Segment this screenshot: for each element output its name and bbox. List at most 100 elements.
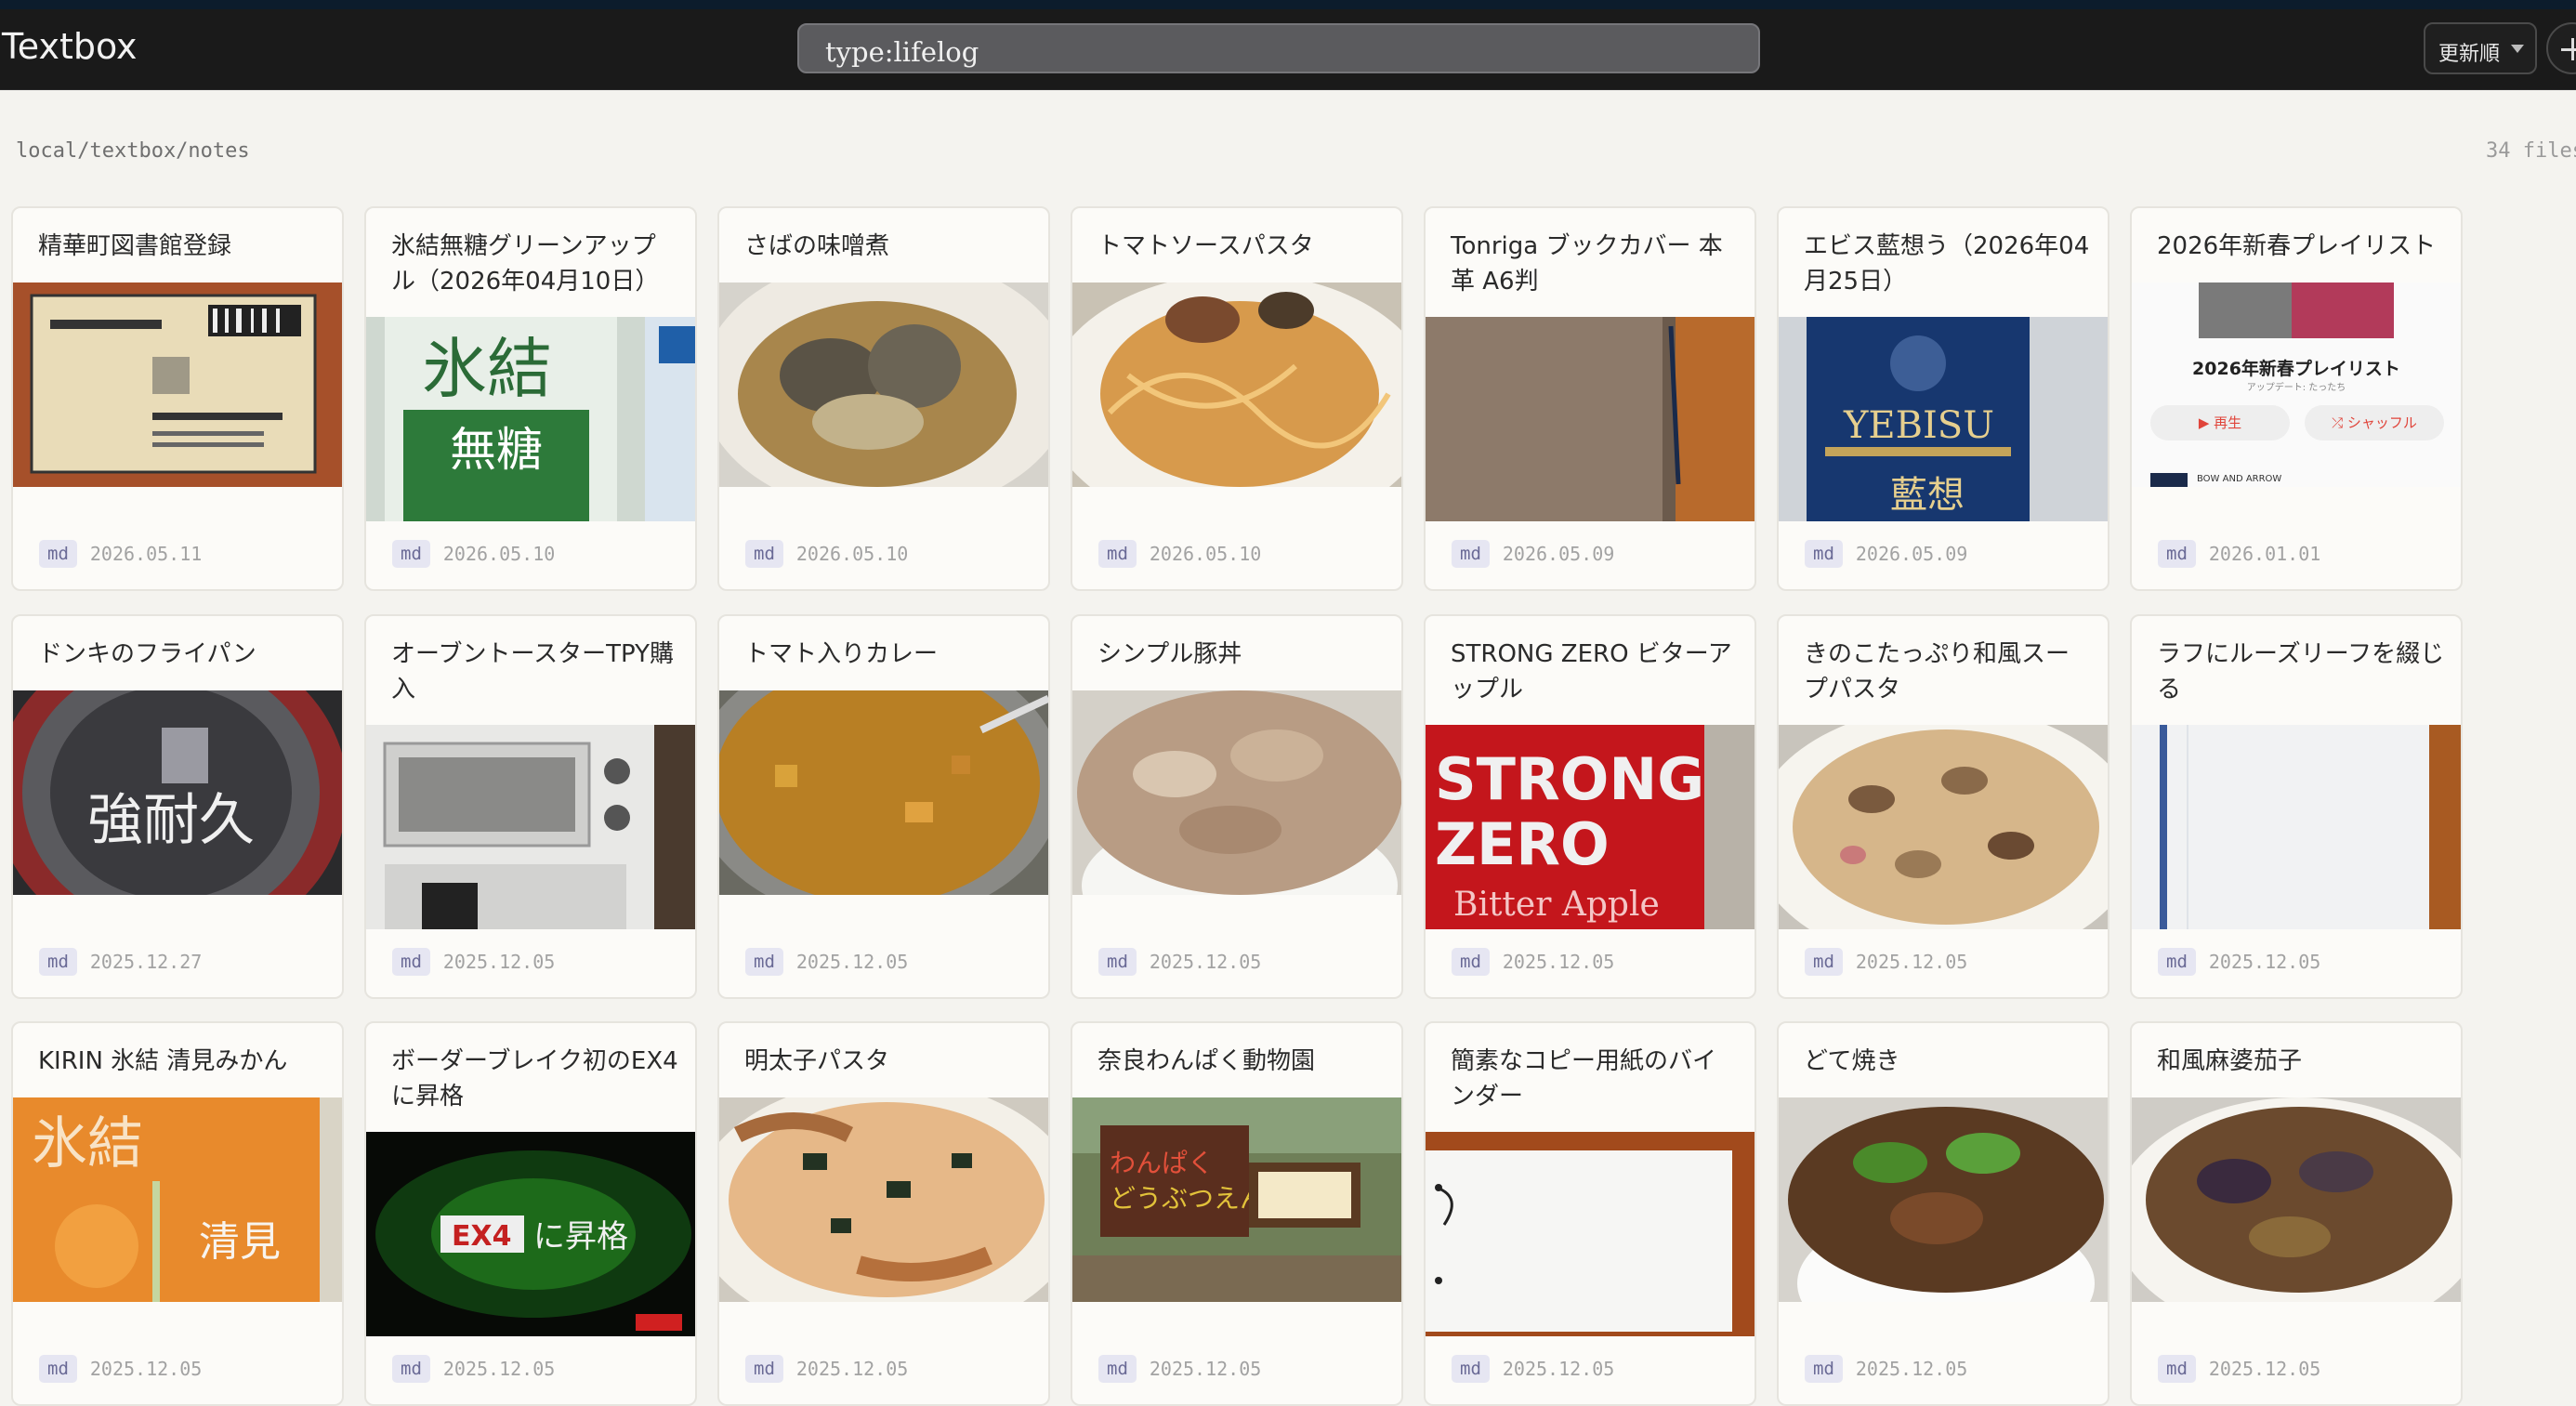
play-button[interactable]: ▶ 再生 <box>2150 405 2290 440</box>
note-thumbnail <box>719 1097 1048 1302</box>
svg-text:EX4: EX4 <box>452 1220 512 1253</box>
note-thumbnail <box>1072 690 1401 895</box>
note-card[interactable]: STRONG ZERO ビターアップル STRONG ZERO Bitter Appl… <box>1424 614 1756 999</box>
note-card[interactable]: オーブントースターTPY購入 md 2025.12.05 <box>364 614 697 999</box>
note-thumbnail <box>1426 1132 1755 1336</box>
note-card[interactable]: 2026年新春プレイリスト 2026年新春プレイリスト アップデート: たったち ▶ … <box>2130 206 2463 591</box>
note-date: 2025.12.05 <box>1855 951 1968 973</box>
file-type-badge: md <box>1805 948 1843 976</box>
note-date: 2025.12.05 <box>1149 1358 1262 1380</box>
note-title: トマト入りカレー <box>744 640 939 668</box>
note-meta: md 2026.05.11 <box>39 540 202 570</box>
note-thumbnail <box>2132 1097 2461 1302</box>
note-title: ラフにルーズリーフを綴じる <box>2157 640 2445 703</box>
note-meta: md 2025.12.05 <box>2158 948 2320 978</box>
note-title: どて焼き <box>1804 1047 1900 1075</box>
note-card[interactable]: ボーダーブレイク初のEX4に昇格 EX4 に昇格 md 2025.12.05 <box>364 1021 697 1406</box>
note-card[interactable]: きのこたっぷり和風スープパスタ md 2025.12.05 <box>1777 614 2109 999</box>
note-meta: md 2025.12.05 <box>1452 948 1614 978</box>
add-note-button[interactable] <box>2546 22 2576 74</box>
note-title: 2026年新春プレイリスト <box>2157 232 2437 260</box>
file-type-badge: md <box>1452 948 1490 976</box>
file-type-badge: md <box>392 540 430 568</box>
note-thumbnail: わんぱく どうぶつえん <box>1072 1097 1401 1302</box>
file-type-badge: md <box>745 540 783 568</box>
note-meta: md 2025.12.05 <box>392 948 555 978</box>
note-title: きのこたっぷり和風スープパスタ <box>1804 640 2070 703</box>
app-header: Textbox type:lifelog 更新順 <box>0 9 2576 90</box>
note-card[interactable]: 奈良わんぱく動物園 わんぱく どうぶつえん md 2025.12.05 <box>1071 1021 1403 1406</box>
svg-text:STRONG: STRONG <box>1435 745 1704 813</box>
file-type-badge: md <box>392 1355 430 1383</box>
note-title: ボーダーブレイク初のEX4に昇格 <box>391 1047 678 1110</box>
note-card[interactable]: 明太子パスタ md 2025.12.05 <box>717 1021 1050 1406</box>
note-thumbnail: EX4 に昇格 <box>366 1132 695 1336</box>
app-title: Textbox <box>2 26 138 67</box>
note-card[interactable]: どて焼き md 2025.12.05 <box>1777 1021 2109 1406</box>
note-thumbnail <box>1426 317 1755 521</box>
note-card[interactable]: さばの味噌煮 md 2026.05.10 <box>717 206 1050 591</box>
note-card[interactable]: ドンキのフライパン強耐久 md 2025.12.27 <box>11 614 344 999</box>
note-thumbnail: 氷結 清見 <box>13 1097 342 1302</box>
note-card[interactable]: エビス藍想う（2026年04月25日） YEBISU 藍想 md 2026.05.09 <box>1777 206 2109 591</box>
note-title: STRONG ZERO ビターアップル <box>1451 640 1732 703</box>
svg-text:わんぱく: わんぱく <box>1110 1148 1214 1178</box>
note-meta: md 2025.12.27 <box>39 948 202 978</box>
sort-label: 更新順 <box>2438 43 2501 66</box>
window-top-strip <box>0 0 2576 9</box>
file-type-badge: md <box>2158 540 2196 568</box>
note-date: 2026.05.10 <box>795 543 909 565</box>
note-card[interactable]: Tonriga ブックカバー 本革 A6判 md 2026.05.09 <box>1424 206 1756 591</box>
note-card[interactable]: 簡素なコピー用紙のバインダー md 2025.12.05 <box>1424 1021 1756 1406</box>
note-thumbnail <box>719 690 1048 895</box>
note-thumbnail: 2026年新春プレイリスト アップデート: たったち ▶ 再生 ⤮ シャッフル BOW … <box>2132 283 2461 487</box>
file-type-badge: md <box>1452 540 1490 568</box>
note-card[interactable]: 氷結無糖グリーンアップル（2026年04月10日） 氷結 無糖 md 2026.05.1… <box>364 206 697 591</box>
sort-dropdown[interactable]: 更新順 <box>2424 22 2537 74</box>
file-type-badge: md <box>745 1355 783 1383</box>
note-thumbnail: 強耐久 <box>13 690 342 895</box>
note-thumbnail: 氷結 無糖 <box>366 317 695 521</box>
note-thumbnail <box>366 725 695 929</box>
svg-text:清見: 清見 <box>199 1218 281 1266</box>
note-date: 2025.12.05 <box>1502 1358 1615 1380</box>
note-thumbnail <box>1779 1097 2108 1302</box>
note-meta: md 2025.12.05 <box>1452 1355 1614 1385</box>
note-date: 2026.05.10 <box>1149 543 1262 565</box>
note-title: KIRIN 氷結 清見みかん <box>38 1047 288 1075</box>
note-card[interactable]: シンプル豚丼 md 2025.12.05 <box>1071 614 1403 999</box>
note-date: 2025.12.05 <box>2208 951 2321 973</box>
note-card[interactable]: ラフにルーズリーフを綴じる md 2025.12.05 <box>2130 614 2463 999</box>
note-card[interactable]: KIRIN 氷結 清見みかん氷結 清見 md 2025.12.05 <box>11 1021 344 1406</box>
note-card[interactable]: 精華町図書館登録 md 2026.05.11 <box>11 206 344 591</box>
svg-text:藍想: 藍想 <box>1890 474 1965 517</box>
note-meta: md 2026.01.01 <box>2158 540 2320 570</box>
search-input[interactable]: type:lifelog <box>797 23 1760 73</box>
note-title: エビス藍想う（2026年04月25日） <box>1804 232 2090 296</box>
note-date: 2025.12.05 <box>795 951 909 973</box>
note-date: 2026.05.10 <box>442 543 556 565</box>
note-thumbnail <box>2132 725 2461 929</box>
note-date: 2026.05.09 <box>1855 543 1968 565</box>
note-title: オーブントースターTPY購入 <box>391 640 675 703</box>
note-title: 簡素なコピー用紙のバインダー <box>1451 1047 1717 1110</box>
note-meta: md 2026.05.10 <box>392 540 555 570</box>
shuffle-button[interactable]: ⤮ シャッフル <box>2305 405 2444 440</box>
note-meta: md 2025.12.05 <box>392 1355 555 1385</box>
file-type-badge: md <box>39 1355 77 1383</box>
file-type-badge: md <box>39 948 77 976</box>
note-meta: md 2025.12.05 <box>1098 1355 1261 1385</box>
note-title: 明太子パスタ <box>744 1047 890 1075</box>
note-card[interactable]: 和風麻婆茄子 md 2025.12.05 <box>2130 1021 2463 1406</box>
note-card[interactable]: トマトソースパスタ md 2026.05.10 <box>1071 206 1403 591</box>
note-card[interactable]: トマト入りカレー md 2025.12.05 <box>717 614 1050 999</box>
file-type-badge: md <box>1452 1355 1490 1383</box>
note-meta: md 2025.12.05 <box>745 948 908 978</box>
note-date: 2025.12.05 <box>442 951 556 973</box>
file-type-badge: md <box>1098 1355 1137 1383</box>
note-date: 2025.12.05 <box>89 1358 203 1380</box>
note-meta: md 2025.12.05 <box>745 1355 908 1385</box>
note-title: ドンキのフライパン <box>38 640 256 668</box>
note-meta: md 2025.12.05 <box>39 1355 202 1385</box>
folder-path: local/textbox/notes <box>16 139 250 163</box>
